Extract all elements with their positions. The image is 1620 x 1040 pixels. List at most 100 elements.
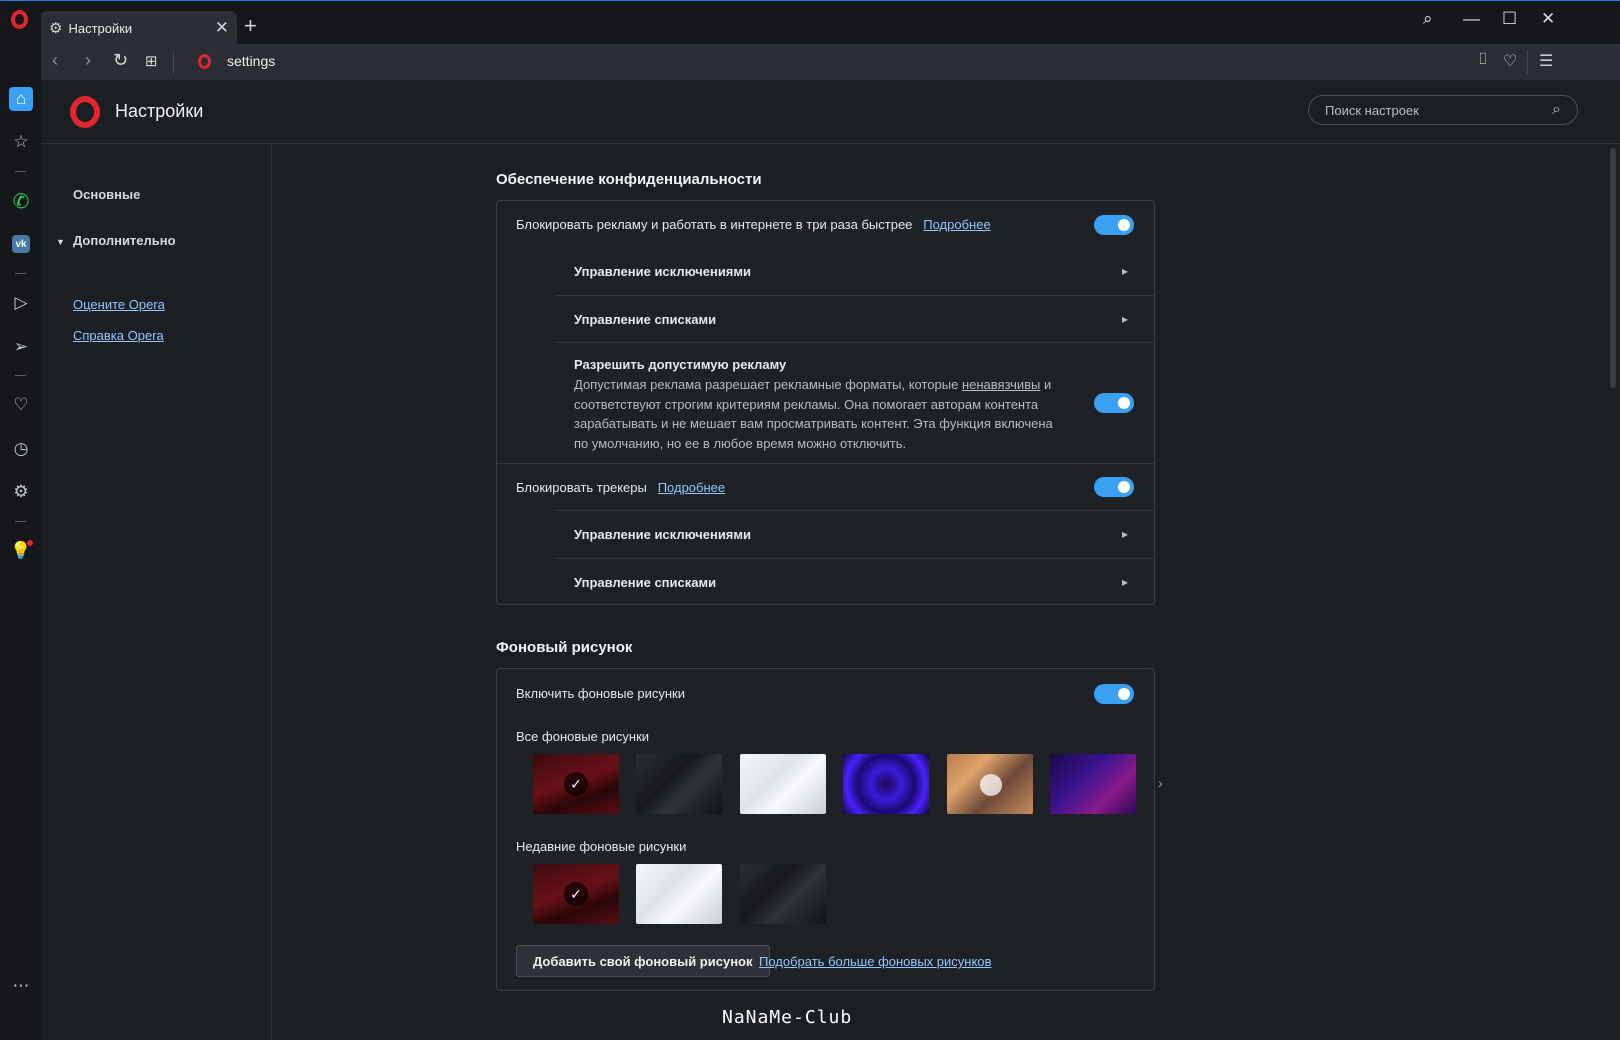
minimize-button[interactable]: — xyxy=(1463,9,1480,29)
divider xyxy=(15,273,26,274)
wallpaper-thumb[interactable] xyxy=(1050,754,1136,814)
more-wallpapers-link[interactable]: Подобрать больше фоновых рисунков xyxy=(759,954,991,969)
divider xyxy=(173,50,174,74)
gear-icon: ⚙ xyxy=(49,20,63,37)
enable-wallpapers-row: Включить фоновые рисунки xyxy=(497,669,1154,715)
add-wallpaper-button[interactable]: Добавить свой фоновый рисунок xyxy=(516,945,770,977)
chevron-right-icon: ▸ xyxy=(1121,264,1128,278)
wallpaper-thumb[interactable] xyxy=(636,754,722,814)
tab-settings[interactable]: ⚙ Настройки ✕ xyxy=(41,11,237,45)
page-title: Настройки xyxy=(115,101,204,121)
unobtrusive-link[interactable]: ненавязчивы xyxy=(962,377,1040,392)
nav-advanced[interactable]: Дополнительно xyxy=(73,233,176,248)
history-icon[interactable]: ◷ xyxy=(9,437,33,461)
ads-manage-lists-row[interactable]: Управление списками ▸ xyxy=(556,295,1154,342)
nav-basic[interactable]: Основные xyxy=(73,187,140,202)
block-ads-more-link[interactable]: Подробнее xyxy=(923,217,990,232)
acceptable-ads-toggle[interactable] xyxy=(1094,393,1134,413)
settings-content: Обеспечение конфиденциальности Блокирова… xyxy=(272,144,1620,1040)
wallpaper-thumb[interactable] xyxy=(947,754,1033,814)
search-input[interactable] xyxy=(1325,102,1553,118)
url-field[interactable]: settings xyxy=(227,53,275,69)
new-tab-button[interactable]: + xyxy=(244,13,257,39)
block-trackers-more-link[interactable]: Подробнее xyxy=(658,480,725,495)
opera-logo-icon xyxy=(70,96,100,128)
sidebar: ⌂ ☆ ✆ vk ▷ ➢ ♡ ◷ ⚙ 💡 ⋯ xyxy=(0,44,41,1040)
block-ads-row: Блокировать рекламу и работать в интерне… xyxy=(497,201,1154,248)
privacy-card: Блокировать рекламу и работать в интерне… xyxy=(496,200,1155,605)
favorites-heart-icon[interactable]: ♡ xyxy=(9,393,33,417)
chevron-right-icon[interactable]: › xyxy=(1158,775,1163,791)
wallpaper-card: Включить фоновые рисунки Все фоновые рис… xyxy=(496,668,1163,991)
manage-lists-label: Управление списками xyxy=(574,312,717,327)
divider xyxy=(1527,50,1528,74)
trackers-manage-lists-row[interactable]: Управление списками ▸ xyxy=(556,558,1154,605)
tabs-grid-icon[interactable]: ⊞ xyxy=(145,52,158,70)
manage-lists-label: Управление списками xyxy=(574,575,717,590)
search-tabs-icon[interactable]: ⌕ xyxy=(1423,9,1433,29)
maximize-button[interactable]: ☐ xyxy=(1502,9,1517,29)
more-options-icon[interactable]: ⋯ xyxy=(9,974,33,998)
acceptable-ads-title: Разрешить допустимую рекламу xyxy=(574,357,787,372)
opera-badge-icon xyxy=(198,54,211,69)
camera-icon[interactable]: ⌷ xyxy=(1478,51,1488,69)
enable-wallpapers-label: Включить фоновые рисунки xyxy=(516,686,685,701)
scrollbar[interactable] xyxy=(1610,148,1616,388)
block-ads-label: Блокировать рекламу и работать в интерне… xyxy=(516,217,913,232)
search-icon: ⌕ xyxy=(1552,101,1561,118)
trackers-manage-exceptions-row[interactable]: Управление исключениями ▸ xyxy=(556,510,1154,558)
chevron-right-icon: ▸ xyxy=(1121,527,1128,541)
play-icon xyxy=(980,774,1002,796)
recent-wallpaper-thumb[interactable]: ✓ xyxy=(533,864,619,924)
settings-nav: Основные ▼ Дополнительно Оцените Opera С… xyxy=(41,144,272,1040)
divider xyxy=(15,171,26,172)
close-window-button[interactable]: ✕ xyxy=(1541,9,1555,29)
wallpaper-thumb[interactable] xyxy=(843,754,929,814)
block-ads-toggle[interactable] xyxy=(1094,215,1134,235)
help-opera-link[interactable]: Справка Opera xyxy=(73,328,164,343)
caret-down-icon: ▼ xyxy=(56,237,65,247)
notification-dot xyxy=(27,540,33,546)
whatsapp-icon[interactable]: ✆ xyxy=(9,189,33,213)
wallpaper-thumb[interactable]: ✓ xyxy=(533,754,619,814)
block-trackers-row: Блокировать трекеры Подробнее xyxy=(497,463,1154,510)
vk-icon[interactable]: vk xyxy=(12,235,30,253)
block-trackers-label: Блокировать трекеры xyxy=(516,480,647,495)
rate-opera-link[interactable]: Оцените Opera xyxy=(73,297,165,312)
manage-exceptions-label: Управление исключениями xyxy=(574,264,752,279)
recent-wallpapers-label: Недавние фоновые рисунки xyxy=(516,839,687,854)
forward-button[interactable]: › xyxy=(85,50,91,71)
acceptable-ads-description: Допустимая реклама разрешает рекламные ф… xyxy=(574,377,1053,451)
recent-wallpaper-thumb[interactable] xyxy=(740,864,826,924)
home-icon[interactable]: ⌂ xyxy=(9,87,33,111)
watermark: NaNaMe-Club xyxy=(722,1007,853,1028)
settings-gear-icon[interactable]: ⚙ xyxy=(9,480,33,504)
block-trackers-toggle[interactable] xyxy=(1094,477,1134,497)
divider xyxy=(15,375,26,376)
close-tab-icon[interactable]: ✕ xyxy=(215,18,229,38)
manage-exceptions-label: Управление исключениями xyxy=(574,527,752,542)
wallpaper-section-title: Фоновый рисунок xyxy=(496,639,633,656)
speed-dial-icon[interactable]: ☆ xyxy=(9,130,33,154)
reload-button[interactable]: ↻ xyxy=(113,50,128,71)
checkmark-icon: ✓ xyxy=(564,882,588,906)
flow-send-icon[interactable]: ➢ xyxy=(9,335,33,359)
all-wallpapers-label: Все фоновые рисунки xyxy=(516,729,650,744)
settings-header: Настройки ⌕ xyxy=(41,80,1620,144)
ads-manage-exceptions-row[interactable]: Управление исключениями ▸ xyxy=(556,248,1154,295)
acceptable-ads-row: Разрешить допустимую рекламу Допустимая … xyxy=(556,342,1154,463)
recent-wallpaper-thumb[interactable] xyxy=(636,864,722,924)
back-button[interactable]: ‹ xyxy=(52,50,58,71)
chevron-right-icon: ▸ xyxy=(1121,312,1128,326)
easy-setup-icon[interactable]: ☰ xyxy=(1539,51,1553,71)
chevron-right-icon: ▸ xyxy=(1121,575,1128,589)
divider xyxy=(15,521,26,522)
tab-title: Настройки xyxy=(68,20,133,36)
settings-search[interactable]: ⌕ xyxy=(1308,95,1578,125)
player-icon[interactable]: ▷ xyxy=(9,291,33,315)
enable-wallpapers-toggle[interactable] xyxy=(1094,684,1134,704)
heart-icon[interactable]: ♡ xyxy=(1503,51,1517,71)
wallpaper-thumb[interactable] xyxy=(740,754,826,814)
opera-menu-icon[interactable] xyxy=(11,10,28,29)
checkmark-icon: ✓ xyxy=(564,772,588,796)
